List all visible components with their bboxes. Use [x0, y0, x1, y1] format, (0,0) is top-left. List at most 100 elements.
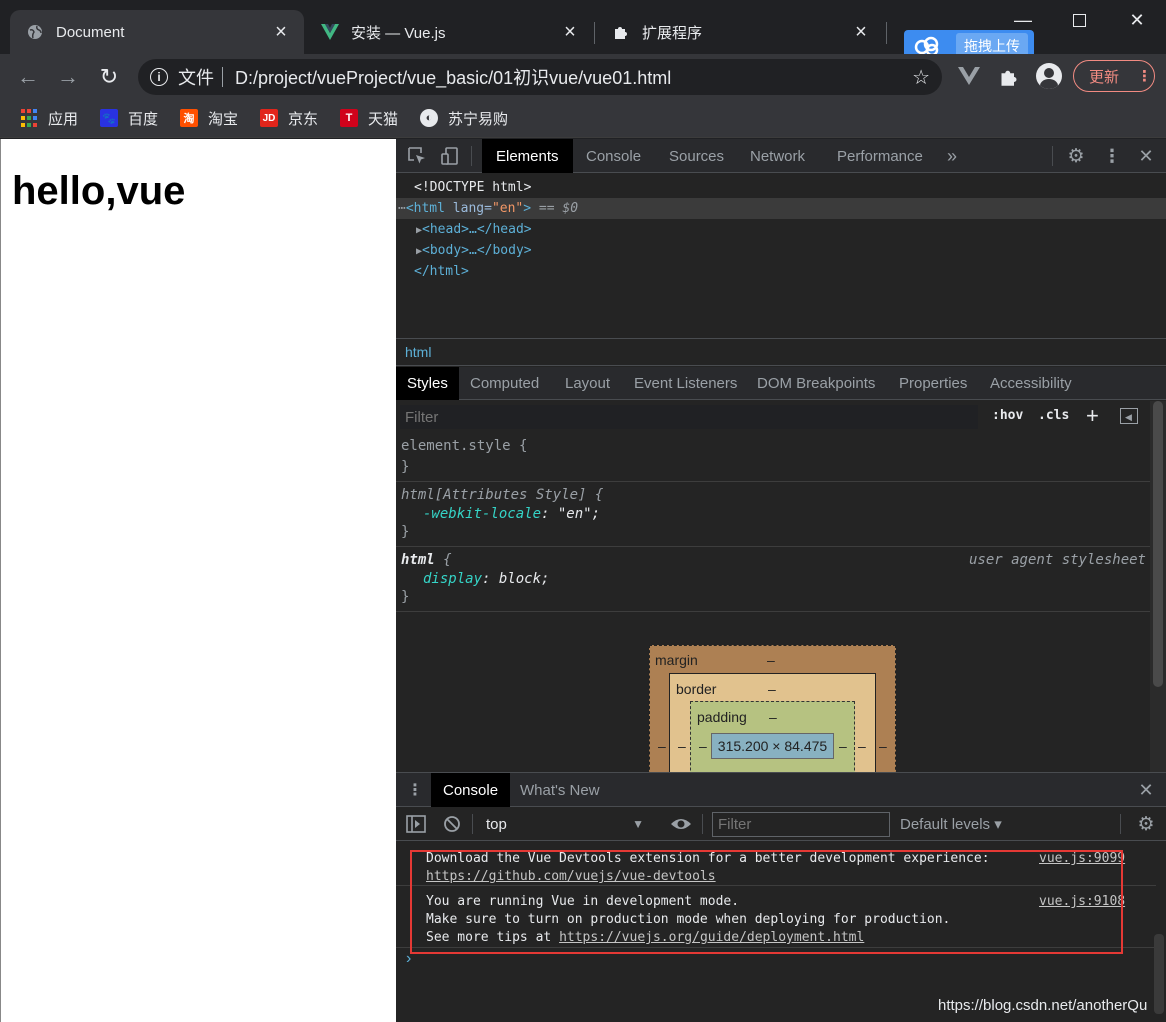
tab-vue-install[interactable]: 安装 — Vue.js × [305, 10, 593, 54]
bookmark-label: 京东 [288, 110, 319, 128]
box-model-diagram: margin – – – border – – – padding – – – … [396, 612, 1150, 772]
cls-toggle[interactable]: .cls [1038, 408, 1069, 423]
tab-properties[interactable]: Properties [888, 367, 978, 400]
toggle-sidebar-icon[interactable]: ◀ [1120, 408, 1138, 424]
tab-console[interactable]: Console [572, 139, 655, 173]
border-top-value: – [768, 681, 776, 697]
address-divider [222, 67, 223, 87]
devtools-panel: Elements Console Sources Network Perform… [396, 139, 1166, 1022]
tab-sources[interactable]: Sources [655, 139, 738, 173]
dom-body-node[interactable]: ▶<body>…</body> [416, 240, 532, 261]
close-drawer-icon[interactable]: ✕ [1136, 780, 1156, 800]
globe-icon [26, 23, 44, 41]
styles-filter-input[interactable] [400, 405, 978, 429]
dom-html-close[interactable]: </html> [414, 261, 469, 282]
tab-document[interactable]: Document × [10, 10, 304, 54]
tab-event-listeners[interactable]: Event Listeners [623, 367, 748, 400]
bookmark-tmall[interactable]: T 天猫 [340, 108, 398, 128]
bookmark-star-icon[interactable]: ☆ [912, 65, 930, 90]
tab-extensions[interactable]: 扩展程序 × [596, 10, 884, 54]
tab-close-icon[interactable]: × [561, 22, 579, 42]
tab-layout[interactable]: Layout [554, 367, 621, 400]
box-content[interactable]: 315.200 × 84.475 [711, 733, 834, 759]
info-icon[interactable]: i [150, 68, 168, 86]
device-toolbar-icon[interactable] [440, 146, 460, 166]
close-devtools-icon[interactable]: ✕ [1136, 146, 1156, 166]
bookmark-suning[interactable]: ◐ 苏宁易购 [420, 108, 508, 128]
context-selector[interactable]: top ▼ [480, 808, 650, 840]
console-scrollbar[interactable] [1154, 934, 1164, 1014]
update-button[interactable]: 更新 ⋮ [1073, 60, 1155, 92]
profile-avatar-icon[interactable] [1036, 63, 1062, 89]
dom-doctype[interactable]: <!DOCTYPE html> [414, 177, 531, 198]
show-sidebar-icon[interactable] [406, 814, 426, 834]
tab-elements[interactable]: Elements [482, 139, 573, 173]
console-filter-input[interactable] [712, 812, 890, 837]
bookmark-baidu[interactable]: 🐾 百度 [100, 108, 158, 128]
tab-computed[interactable]: Computed [459, 367, 550, 400]
hov-toggle[interactable]: :hov [992, 408, 1023, 423]
dom-head-node[interactable]: ▶<head>…</head> [416, 219, 532, 240]
new-style-rule-icon[interactable]: + [1086, 403, 1099, 429]
styles-scrollbar[interactable] [1150, 401, 1166, 772]
tab-styles[interactable]: Styles [396, 367, 459, 400]
live-expression-eye-icon[interactable] [670, 814, 692, 834]
settings-gear-icon[interactable]: ⚙ [1066, 146, 1086, 167]
rule-close-brace: } [401, 459, 410, 475]
rule-selector: html [401, 552, 435, 568]
box-padding[interactable]: padding – – – 315.200 × 84.475 [690, 701, 855, 772]
box-border[interactable]: border – – – padding – – – 315.200 × 84.… [669, 673, 876, 772]
toolbar-divider [472, 814, 473, 834]
maximize-icon[interactable] [1056, 0, 1102, 40]
style-rule-html[interactable]: html { user agent stylesheet display: bl… [396, 547, 1150, 612]
address-bar[interactable]: i 文件 D:/project/vueProject/vue_basic/01初… [138, 59, 942, 95]
rule-origin: user agent stylesheet [968, 552, 1146, 568]
inspect-element-icon[interactable] [406, 146, 428, 166]
address-url[interactable]: D:/project/vueProject/vue_basic/01初识vue/… [235, 64, 671, 90]
bookmark-label: 百度 [128, 110, 159, 128]
more-vert-icon[interactable]: ⋮ [1102, 146, 1122, 166]
bookmark-label: 天猫 [368, 110, 399, 128]
vue-devtools-extension-icon[interactable] [958, 67, 980, 90]
bookmark-label: 应用 [48, 110, 79, 128]
extensions-puzzle-icon[interactable] [999, 67, 1019, 92]
console-drawer: ⋮ Console What's New ✕ top ▼ Default lev… [396, 772, 1166, 1022]
console-prompt-icon[interactable]: › [406, 950, 411, 968]
tab-dom-breakpoints[interactable]: DOM Breakpoints [746, 367, 886, 400]
rule-declaration[interactable]: display: block; [423, 571, 549, 587]
console-settings-gear-icon[interactable]: ⚙ [1136, 814, 1156, 835]
tab-accessibility[interactable]: Accessibility [979, 367, 1083, 400]
bookmark-apps[interactable]: 应用 [20, 108, 78, 128]
dom-tree: <!DOCTYPE html> ⋯<html lang="en"> == $0 … [396, 174, 1166, 337]
bookmark-taobao[interactable]: 淘 淘宝 [180, 108, 238, 128]
log-levels-dropdown[interactable]: Default levels ▾ [900, 815, 1002, 833]
box-margin[interactable]: margin – – – border – – – padding – – – … [649, 645, 896, 772]
padding-right-value: – [839, 738, 847, 754]
highlight-box [410, 850, 1123, 954]
style-rule-attributes[interactable]: html[Attributes Style] { -webkit-locale:… [396, 482, 1150, 547]
close-window-icon[interactable]: ✕ [1114, 0, 1160, 40]
forward-arrow-icon[interactable]: → [53, 62, 83, 92]
tab-performance[interactable]: Performance [823, 139, 937, 173]
more-tabs-chevron-icon[interactable]: » [942, 144, 962, 168]
breadcrumb-html[interactable]: html [405, 344, 431, 360]
drawer-tab-whats-new[interactable]: What's New [508, 773, 612, 807]
tab-separator [594, 22, 595, 44]
scrollbar-thumb[interactable] [1153, 401, 1163, 687]
bookmark-jd[interactable]: JD 京东 [260, 108, 318, 128]
tmall-icon: T [340, 109, 358, 127]
drawer-tab-console[interactable]: Console [431, 773, 511, 807]
style-rule-element[interactable]: element.style { } [396, 433, 1150, 482]
tab-network[interactable]: Network [736, 139, 819, 173]
file-scheme-label: 文件 [178, 68, 214, 88]
dom-html-node-selected[interactable]: ⋯<html lang="en"> == $0 [396, 198, 1166, 219]
tab-separator [886, 22, 887, 44]
clear-console-icon[interactable] [442, 814, 462, 834]
browser-toolbar: ← → ↻ i 文件 D:/project/vueProject/vue_bas… [0, 54, 1166, 100]
rule-declaration[interactable]: -webkit-locale: "en"; [423, 506, 600, 522]
reload-icon[interactable]: ↻ [94, 62, 124, 92]
tab-close-icon[interactable]: × [852, 22, 870, 42]
back-arrow-icon[interactable]: ← [13, 62, 43, 92]
drawer-menu-icon[interactable]: ⋮ [407, 779, 423, 801]
tab-close-icon[interactable]: × [272, 22, 290, 42]
